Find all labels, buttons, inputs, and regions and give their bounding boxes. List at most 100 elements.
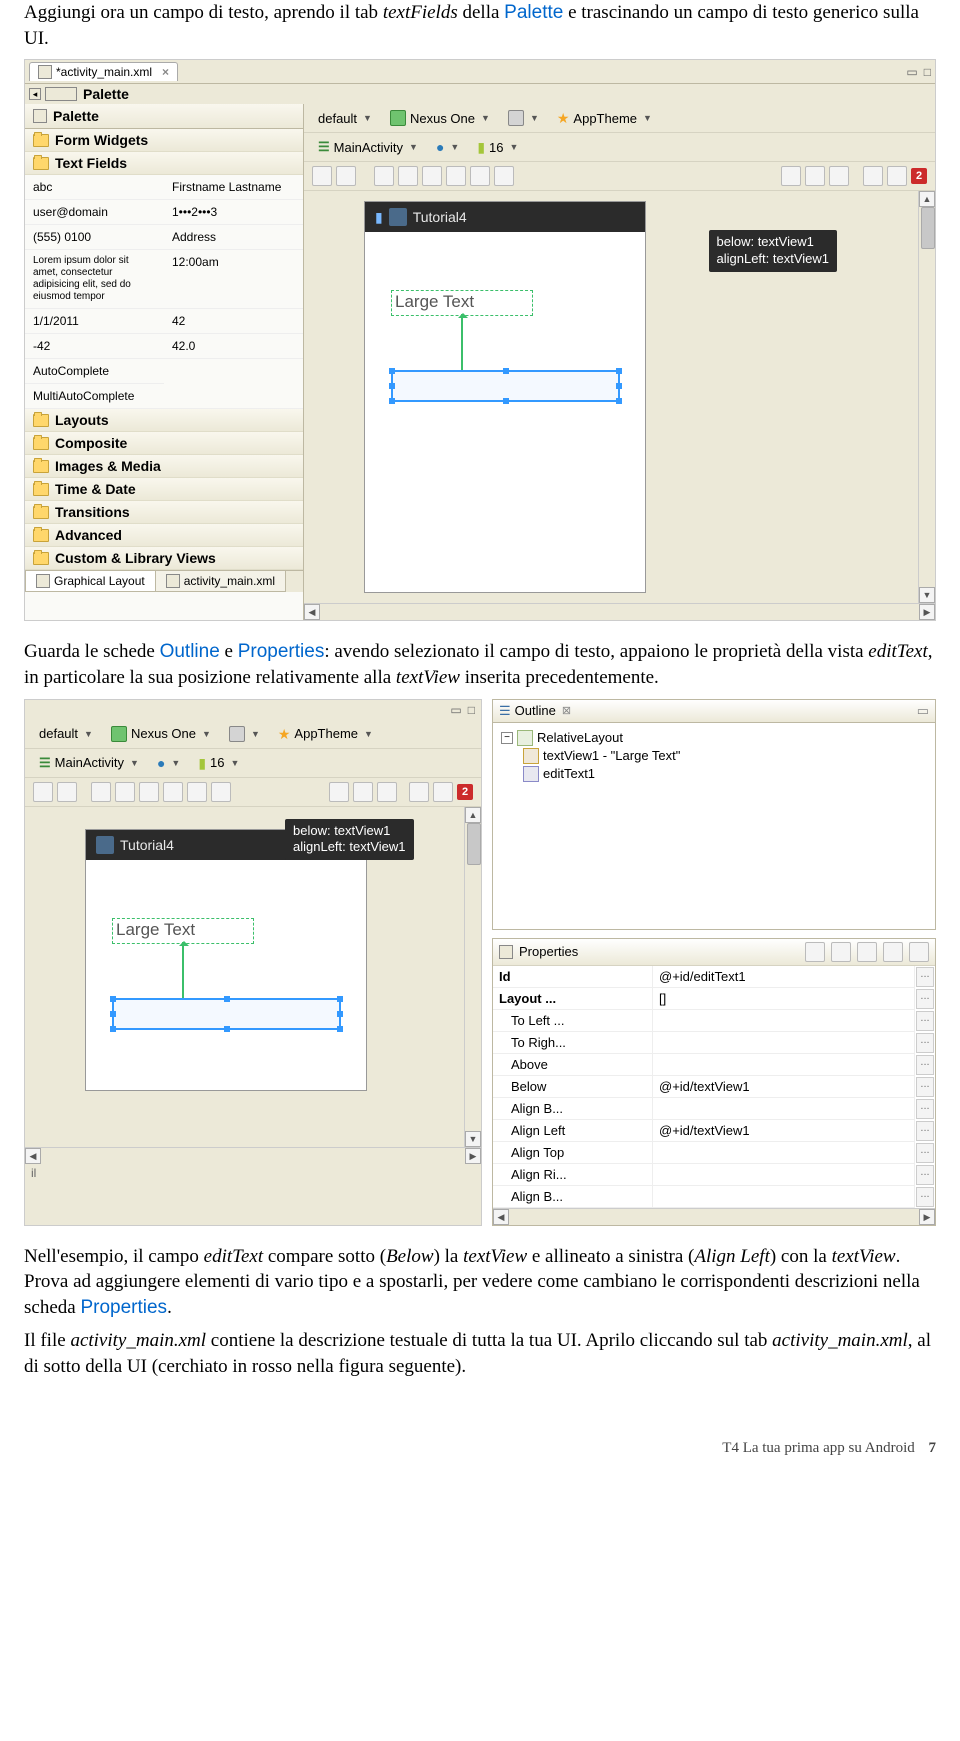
- palette-cat-time-date[interactable]: Time & Date: [25, 478, 303, 501]
- palette-cat-images-media[interactable]: Images & Media: [25, 455, 303, 478]
- phone-body[interactable]: Large Text below: textView1 alignLeft: t…: [365, 232, 645, 592]
- lint-badge[interactable]: 2: [457, 784, 473, 800]
- prop-value[interactable]: [653, 1142, 915, 1164]
- edittext-selection[interactable]: [112, 998, 341, 1030]
- collapse-icon[interactable]: ◂: [29, 88, 41, 100]
- tab-graphical-layout[interactable]: Graphical Layout: [25, 571, 156, 592]
- prop-value[interactable]: [653, 1054, 915, 1076]
- prop-value[interactable]: @+id/textView1: [653, 1120, 915, 1142]
- prop-edit-button[interactable]: ...: [916, 967, 934, 987]
- resize-handle[interactable]: [503, 398, 509, 404]
- tool-button[interactable]: [57, 782, 77, 802]
- tf-date[interactable]: 1/1/2011: [25, 309, 164, 334]
- prop-value[interactable]: [653, 1098, 915, 1120]
- zoom-in-button[interactable]: [377, 782, 397, 802]
- tool-button[interactable]: [398, 166, 418, 186]
- tool-button[interactable]: [446, 166, 466, 186]
- preview-area[interactable]: Tutorial4 Large Text below: textView1 al…: [25, 807, 481, 1147]
- scroll-left-icon[interactable]: ◀: [304, 604, 320, 620]
- preview-area[interactable]: ▮ Tutorial4 Large Text: [304, 191, 935, 603]
- config-orientation[interactable]: ▼: [502, 108, 545, 128]
- tf-number[interactable]: 42: [164, 309, 303, 334]
- edittext-selection[interactable]: [391, 370, 620, 402]
- categories-button[interactable]: [857, 942, 877, 962]
- prop-edit-button[interactable]: ...: [916, 1055, 934, 1075]
- resize-handle[interactable]: [337, 996, 343, 1002]
- config-theme[interactable]: ★AppTheme▼: [272, 724, 379, 743]
- tool-button[interactable]: [187, 782, 207, 802]
- config-api[interactable]: ▮16▼: [192, 753, 245, 772]
- prop-edit-button[interactable]: ...: [916, 1077, 934, 1097]
- zoom-out-button[interactable]: [329, 782, 349, 802]
- tf-plain[interactable]: abc: [25, 175, 164, 200]
- tree-textview1[interactable]: textView1 - "Large Text": [501, 747, 927, 765]
- palette-cat-layouts[interactable]: Layouts: [25, 409, 303, 432]
- tool-button[interactable]: [470, 166, 490, 186]
- prop-edit-button[interactable]: ...: [916, 1143, 934, 1163]
- props-hscroll[interactable]: ◀ ▶: [493, 1208, 935, 1225]
- tool-button[interactable]: [33, 782, 53, 802]
- config-orientation[interactable]: ▼: [223, 724, 266, 744]
- expand-button[interactable]: [883, 942, 903, 962]
- collapse-icon[interactable]: −: [501, 732, 513, 744]
- config-locale[interactable]: ●▼: [151, 754, 186, 772]
- minimize-icon[interactable]: ▭: [917, 703, 929, 719]
- maximize-icon[interactable]: □: [468, 703, 475, 717]
- config-device[interactable]: Nexus One▼: [105, 724, 217, 744]
- tool-button[interactable]: [163, 782, 183, 802]
- prop-edit-button[interactable]: ...: [916, 1187, 934, 1207]
- tree-root[interactable]: − RelativeLayout: [501, 729, 927, 747]
- scroll-right-icon[interactable]: ▶: [919, 1209, 935, 1225]
- prop-value[interactable]: [653, 1010, 915, 1032]
- resize-handle[interactable]: [110, 1026, 116, 1032]
- resize-handle[interactable]: [337, 1011, 343, 1017]
- prop-edit-button[interactable]: ...: [916, 989, 934, 1009]
- lint-badge[interactable]: 2: [911, 168, 927, 184]
- toggle-size-button[interactable]: [312, 166, 332, 186]
- prop-edit-button[interactable]: ...: [916, 1011, 934, 1031]
- tf-email[interactable]: user@domain: [25, 200, 164, 225]
- prop-edit-button[interactable]: ...: [916, 1099, 934, 1119]
- tf-multiline[interactable]: Lorem ipsum dolor sit amet, consectetur …: [25, 250, 164, 309]
- prop-value[interactable]: []: [653, 988, 915, 1010]
- tf-time[interactable]: 12:00am: [164, 250, 303, 309]
- close-icon[interactable]: ×: [162, 65, 169, 79]
- phone-body[interactable]: Large Text: [86, 860, 366, 1090]
- minimize-icon[interactable]: ▭: [906, 65, 917, 79]
- palette-cat-form-widgets[interactable]: Form Widgets: [25, 129, 303, 152]
- editor-tab[interactable]: *activity_main.xml ×: [29, 62, 178, 81]
- scroll-right-icon[interactable]: ▶: [919, 604, 935, 620]
- config-theme[interactable]: ★AppTheme▼: [551, 109, 658, 128]
- resize-handle[interactable]: [616, 398, 622, 404]
- palette-cat-transitions[interactable]: Transitions: [25, 501, 303, 524]
- prop-edit-button[interactable]: ...: [916, 1121, 934, 1141]
- config-locale[interactable]: ●▼: [430, 138, 465, 156]
- maximize-icon[interactable]: □: [924, 65, 931, 79]
- resize-handle[interactable]: [616, 368, 622, 374]
- zoom-fit-button[interactable]: [409, 782, 429, 802]
- scroll-left-icon[interactable]: ◀: [25, 1148, 41, 1164]
- palette-cat-custom[interactable]: Custom & Library Views: [25, 547, 303, 570]
- tf-decimal[interactable]: 42.0: [164, 334, 303, 359]
- prop-value[interactable]: @+id/editText1: [653, 966, 915, 988]
- resize-handle[interactable]: [503, 368, 509, 374]
- resize-handle[interactable]: [224, 1026, 230, 1032]
- prop-value[interactable]: [653, 1186, 915, 1208]
- zoom-fit-button[interactable]: [863, 166, 883, 186]
- vertical-scrollbar[interactable]: ▲ ▼: [464, 807, 481, 1147]
- zoom-reset-button[interactable]: [433, 782, 453, 802]
- scroll-up-icon[interactable]: ▲: [465, 807, 481, 823]
- palette-cat-composite[interactable]: Composite: [25, 432, 303, 455]
- resize-handle[interactable]: [389, 368, 395, 374]
- minimize-icon[interactable]: ▭: [450, 703, 461, 717]
- zoom-100-button[interactable]: [353, 782, 373, 802]
- zoom-100-button[interactable]: [805, 166, 825, 186]
- tree-edittext1[interactable]: editText1: [501, 765, 927, 783]
- resize-handle[interactable]: [616, 383, 622, 389]
- config-default[interactable]: default▼: [312, 109, 378, 128]
- tf-address[interactable]: Address: [164, 225, 303, 250]
- tool-button[interactable]: [494, 166, 514, 186]
- resize-handle[interactable]: [110, 1011, 116, 1017]
- palette-cat-text-fields[interactable]: Text Fields: [25, 152, 303, 175]
- scroll-right-icon[interactable]: ▶: [465, 1148, 481, 1164]
